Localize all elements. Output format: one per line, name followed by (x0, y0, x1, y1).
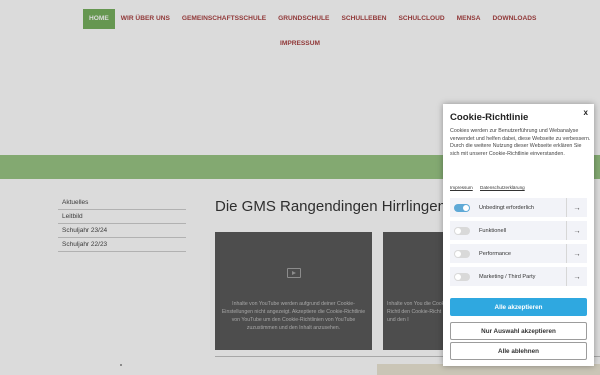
toggle-switch[interactable] (454, 272, 470, 281)
accept-all-button[interactable]: Alle akzeptieren (450, 298, 587, 316)
cookie-description: Cookies werden zur Benutzerführung und W… (450, 128, 591, 157)
arrow-right-icon[interactable]: → (566, 244, 587, 263)
toggle-switch[interactable] (454, 249, 470, 258)
accept-selection-button[interactable]: Nur Auswahl akzeptieren (450, 322, 587, 340)
category-label: Funktionell (479, 227, 507, 234)
cookie-category-marketing[interactable]: Marketing / Third Party → (450, 267, 587, 286)
close-icon[interactable]: x (584, 108, 588, 117)
cookie-title: Cookie-Richtlinie (450, 112, 529, 123)
impressum-link[interactable]: Impressum (450, 185, 473, 190)
datenschutz-link[interactable]: Datenschutzerklärung (480, 185, 525, 190)
cookie-category-functional[interactable]: Funktionell → (450, 221, 587, 240)
arrow-right-icon[interactable]: → (566, 221, 587, 240)
category-label: Unbedingt erforderlich (479, 204, 535, 211)
reject-all-button[interactable]: Alle ablehnen (450, 342, 587, 360)
toggle-switch-on[interactable] (454, 203, 470, 212)
category-label: Marketing / Third Party (479, 273, 536, 280)
toggle-switch[interactable] (454, 226, 470, 235)
cookie-links: Impressum Datenschutzerklärung (450, 185, 531, 190)
cookie-category-necessary[interactable]: Unbedingt erforderlich → (450, 198, 587, 217)
arrow-right-icon[interactable]: → (566, 267, 587, 286)
cookie-category-performance[interactable]: Performance → (450, 244, 587, 263)
category-label: Performance (479, 250, 512, 257)
cookie-dialog: Cookie-Richtlinie x Cookies werden zur B… (443, 104, 594, 366)
arrow-right-icon[interactable]: → (566, 198, 587, 217)
